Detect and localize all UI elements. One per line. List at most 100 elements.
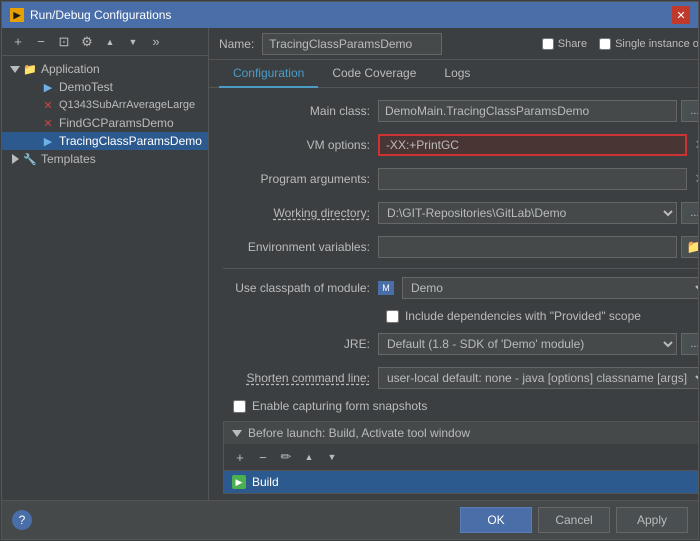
tree-toggle-demotest	[26, 80, 40, 94]
jre-row: JRE: Default (1.8 - SDK of 'Demo' module…	[223, 331, 698, 357]
vm-options-control: ✕	[378, 134, 698, 156]
working-dir-label: Working directory:	[223, 206, 378, 220]
program-args-clear-button[interactable]: ✕	[691, 170, 698, 188]
title-bar-left: ▶ Run/Debug Configurations	[10, 8, 171, 22]
working-dir-select[interactable]: D:\GIT-Repositories\GitLab\Demo	[378, 202, 677, 224]
move-down-button[interactable]: ▼	[123, 32, 143, 52]
tree-item-q1343sub[interactable]: ✕ Q1343SubArrAverageLarge	[2, 96, 208, 114]
build-label: Build	[252, 475, 279, 489]
section-divider-1	[223, 268, 698, 269]
tree-toggle-application	[8, 62, 22, 76]
tree-item-templates[interactable]: 🔧 Templates	[2, 150, 208, 168]
tree-toggle-q1343	[26, 98, 40, 112]
tracing-icon: ▶	[40, 134, 56, 148]
enable-capture-label: Enable capturing form snapshots	[252, 399, 427, 413]
tree-label-tracing: TracingClassParamsDemo	[59, 134, 202, 148]
tree-item-application[interactable]: 📁 Application	[2, 60, 208, 78]
tree-item-demotest[interactable]: ▶ DemoTest	[2, 78, 208, 96]
main-class-browse-button[interactable]: ...	[681, 100, 698, 122]
apply-button[interactable]: Apply	[616, 507, 688, 533]
shorten-cmd-row: Shorten command line: user-local default…	[223, 365, 698, 391]
before-launch-add-button[interactable]: +	[230, 447, 250, 467]
share-checkbox[interactable]	[542, 38, 554, 50]
name-row: Name: Share Single instance only	[209, 28, 698, 60]
enable-capture-checkbox[interactable]	[233, 400, 246, 413]
header-checkboxes: Share Single instance only	[542, 38, 698, 50]
main-class-control: ...	[378, 100, 698, 122]
ok-button[interactable]: OK	[460, 507, 532, 533]
before-launch-build-item[interactable]: ▶ Build	[224, 471, 698, 493]
tree-label-application: Application	[41, 62, 100, 76]
env-vars-folder-button[interactable]: 📁	[681, 236, 698, 258]
tree-toggle-tracing	[26, 134, 40, 148]
tab-configuration[interactable]: Configuration	[219, 60, 318, 88]
program-args-row: Program arguments: ✕	[223, 166, 698, 192]
title-bar: ▶ Run/Debug Configurations ✕	[2, 2, 698, 28]
program-args-control: ✕	[378, 168, 698, 190]
tree-label-templates: Templates	[41, 152, 96, 166]
cancel-button[interactable]: Cancel	[538, 507, 610, 533]
env-vars-control: 📁	[378, 236, 698, 258]
build-icon: ▶	[232, 475, 246, 489]
close-button[interactable]: ✕	[672, 6, 690, 24]
vm-options-input[interactable]	[378, 134, 687, 156]
left-panel: + − ⊡ ⚙ ▲ ▼ » 📁 Application	[2, 28, 209, 500]
remove-config-button[interactable]: −	[31, 32, 51, 52]
tree-label-demotest: DemoTest	[59, 80, 113, 94]
enable-capture-row: Enable capturing form snapshots	[223, 399, 698, 413]
jre-control: Default (1.8 - SDK of 'Demo' module) ...	[378, 333, 698, 355]
tree-label-findgc: FindGCParamsDemo	[59, 116, 174, 130]
before-launch-header-label: Before launch: Build, Activate tool wind…	[248, 426, 470, 440]
tree-item-tracingclass[interactable]: ▶ TracingClassParamsDemo	[2, 132, 208, 150]
before-launch-section: Before launch: Build, Activate tool wind…	[223, 421, 698, 494]
dialog-icon: ▶	[10, 8, 24, 22]
before-launch-toolbar: + − ✏ ▲ ▼	[224, 444, 698, 471]
before-launch-edit-button[interactable]: ✏	[276, 447, 296, 467]
help-button[interactable]: ?	[12, 510, 32, 530]
config-tree: 📁 Application ▶ DemoTest ✕ Q1343SubArrAv…	[2, 56, 208, 500]
name-input[interactable]	[262, 33, 442, 55]
working-dir-browse-button[interactable]: ...	[681, 202, 698, 224]
dialog-title: Run/Debug Configurations	[30, 8, 171, 22]
copy-config-button[interactable]: ⊡	[54, 32, 74, 52]
jre-browse-button[interactable]: ...	[681, 333, 698, 355]
main-class-input[interactable]	[378, 100, 677, 122]
main-content: + − ⊡ ⚙ ▲ ▼ » 📁 Application	[2, 28, 698, 500]
expand-button[interactable]: »	[146, 32, 166, 52]
classpath-row: Use classpath of module: M Demo	[223, 275, 698, 301]
tree-item-findgcparams[interactable]: ✕ FindGCParamsDemo	[2, 114, 208, 132]
application-folder-icon: 📁	[22, 62, 38, 76]
classpath-module-icon: M	[378, 281, 394, 295]
env-vars-input[interactable]	[378, 236, 677, 258]
run-debug-dialog: ▶ Run/Debug Configurations ✕ + − ⊡ ⚙ ▲ ▼…	[1, 1, 699, 540]
shorten-cmd-select[interactable]: user-local default: none - java [options…	[378, 367, 698, 389]
form-area: Main class: ... VM options: ✕ Pr	[209, 88, 698, 500]
tree-toggle-templates	[8, 152, 22, 166]
working-dir-row: Working directory: D:\GIT-Repositories\G…	[223, 200, 698, 226]
include-deps-row: Include dependencies with "Provided" sco…	[223, 309, 698, 323]
jre-select[interactable]: Default (1.8 - SDK of 'Demo' module)	[378, 333, 677, 355]
main-class-label: Main class:	[223, 104, 378, 118]
before-launch-toggle-icon	[232, 430, 242, 437]
add-config-button[interactable]: +	[8, 32, 28, 52]
move-up-button[interactable]: ▲	[100, 32, 120, 52]
before-launch-header[interactable]: Before launch: Build, Activate tool wind…	[224, 422, 698, 444]
settings-config-button[interactable]: ⚙	[77, 32, 97, 52]
tab-code-coverage[interactable]: Code Coverage	[318, 60, 430, 88]
tabs-row: Configuration Code Coverage Logs	[209, 60, 698, 88]
before-launch-up-button[interactable]: ▲	[299, 447, 319, 467]
left-toolbar: + − ⊡ ⚙ ▲ ▼ »	[2, 28, 208, 56]
tab-logs[interactable]: Logs	[430, 60, 484, 88]
main-class-row: Main class: ...	[223, 98, 698, 124]
name-label: Name:	[219, 37, 254, 51]
share-checkbox-label: Share	[542, 38, 587, 50]
findgc-icon: ✕	[40, 116, 56, 130]
classpath-select[interactable]: Demo	[402, 277, 698, 299]
before-launch-remove-button[interactable]: −	[253, 447, 273, 467]
include-deps-checkbox[interactable]	[386, 310, 399, 323]
vm-options-clear-button[interactable]: ✕	[691, 136, 698, 154]
q1343-icon: ✕	[40, 98, 56, 112]
program-args-input[interactable]	[378, 168, 687, 190]
single-instance-checkbox[interactable]	[599, 38, 611, 50]
before-launch-down-button[interactable]: ▼	[322, 447, 342, 467]
